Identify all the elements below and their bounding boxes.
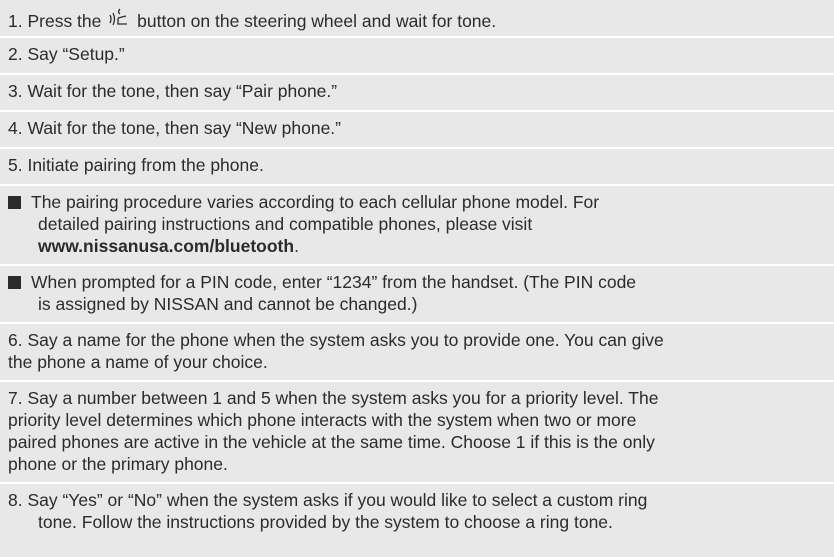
divider <box>0 322 834 324</box>
step-2-text: 2. Say “Setup.” <box>8 44 125 64</box>
divider <box>0 73 834 75</box>
divider <box>0 147 834 149</box>
step-5: 5. Initiate pairing from the phone. <box>8 154 828 176</box>
note-pairing-period: . <box>294 236 299 256</box>
step-3: 3. Wait for the tone, then say “Pair pho… <box>8 80 828 102</box>
note-pin-line-2: is assigned by NISSAN and cannot be chan… <box>38 294 418 314</box>
step-3-text: 3. Wait for the tone, then say “Pair pho… <box>8 81 338 101</box>
divider <box>0 36 834 38</box>
step-2: 2. Say “Setup.” <box>8 43 828 65</box>
note-pairing: The pairing procedure varies according t… <box>8 191 828 257</box>
step-7-line-2: priority level determines which phone in… <box>8 410 637 430</box>
note-pairing-line-2: detailed pairing instructions and compat… <box>38 214 533 234</box>
voice-talk-icon <box>109 8 128 26</box>
divider <box>0 380 834 382</box>
step-4: 4. Wait for the tone, then say “New phon… <box>8 117 828 139</box>
step-5-text: 5. Initiate pairing from the phone. <box>8 155 264 175</box>
step-8-line-1: 8. Say “Yes” or “No” when the system ask… <box>8 490 648 510</box>
step-8-line-2: tone. Follow the instructions provided b… <box>38 512 613 532</box>
note-pin-line-1: When prompted for a PIN code, enter “123… <box>31 272 637 292</box>
square-bullet-icon <box>8 276 21 289</box>
step-7-line-4: phone or the primary phone. <box>8 454 228 474</box>
bluetooth-url-link[interactable]: www.nissanusa.com/bluetooth <box>38 236 294 256</box>
square-bullet-icon <box>8 196 21 209</box>
divider <box>0 110 834 112</box>
step-7-line-1: 7. Say a number between 1 and 5 when the… <box>8 388 659 408</box>
step-6-line-2: the phone a name of your choice. <box>8 352 268 372</box>
step-1-text-start: 1. Press the <box>8 11 102 31</box>
divider <box>0 264 834 266</box>
instruction-page: 1. Press the button on the steering whee… <box>0 0 834 557</box>
note-pin: When prompted for a PIN code, enter “123… <box>8 271 828 315</box>
divider <box>0 184 834 186</box>
step-6-line-1: 6. Say a name for the phone when the sys… <box>8 330 664 350</box>
step-1: 1. Press the button on the steering whee… <box>8 6 828 32</box>
divider <box>0 482 834 484</box>
note-pairing-line-1: The pairing procedure varies according t… <box>31 192 600 212</box>
step-1-text-end: button on the steering wheel and wait fo… <box>137 11 497 31</box>
step-7: 7. Say a number between 1 and 5 when the… <box>8 387 828 475</box>
step-6: 6. Say a name for the phone when the sys… <box>8 329 828 373</box>
step-8: 8. Say “Yes” or “No” when the system ask… <box>8 489 828 533</box>
step-4-text: 4. Wait for the tone, then say “New phon… <box>8 118 341 138</box>
step-7-line-3: paired phones are active in the vehicle … <box>8 432 655 452</box>
